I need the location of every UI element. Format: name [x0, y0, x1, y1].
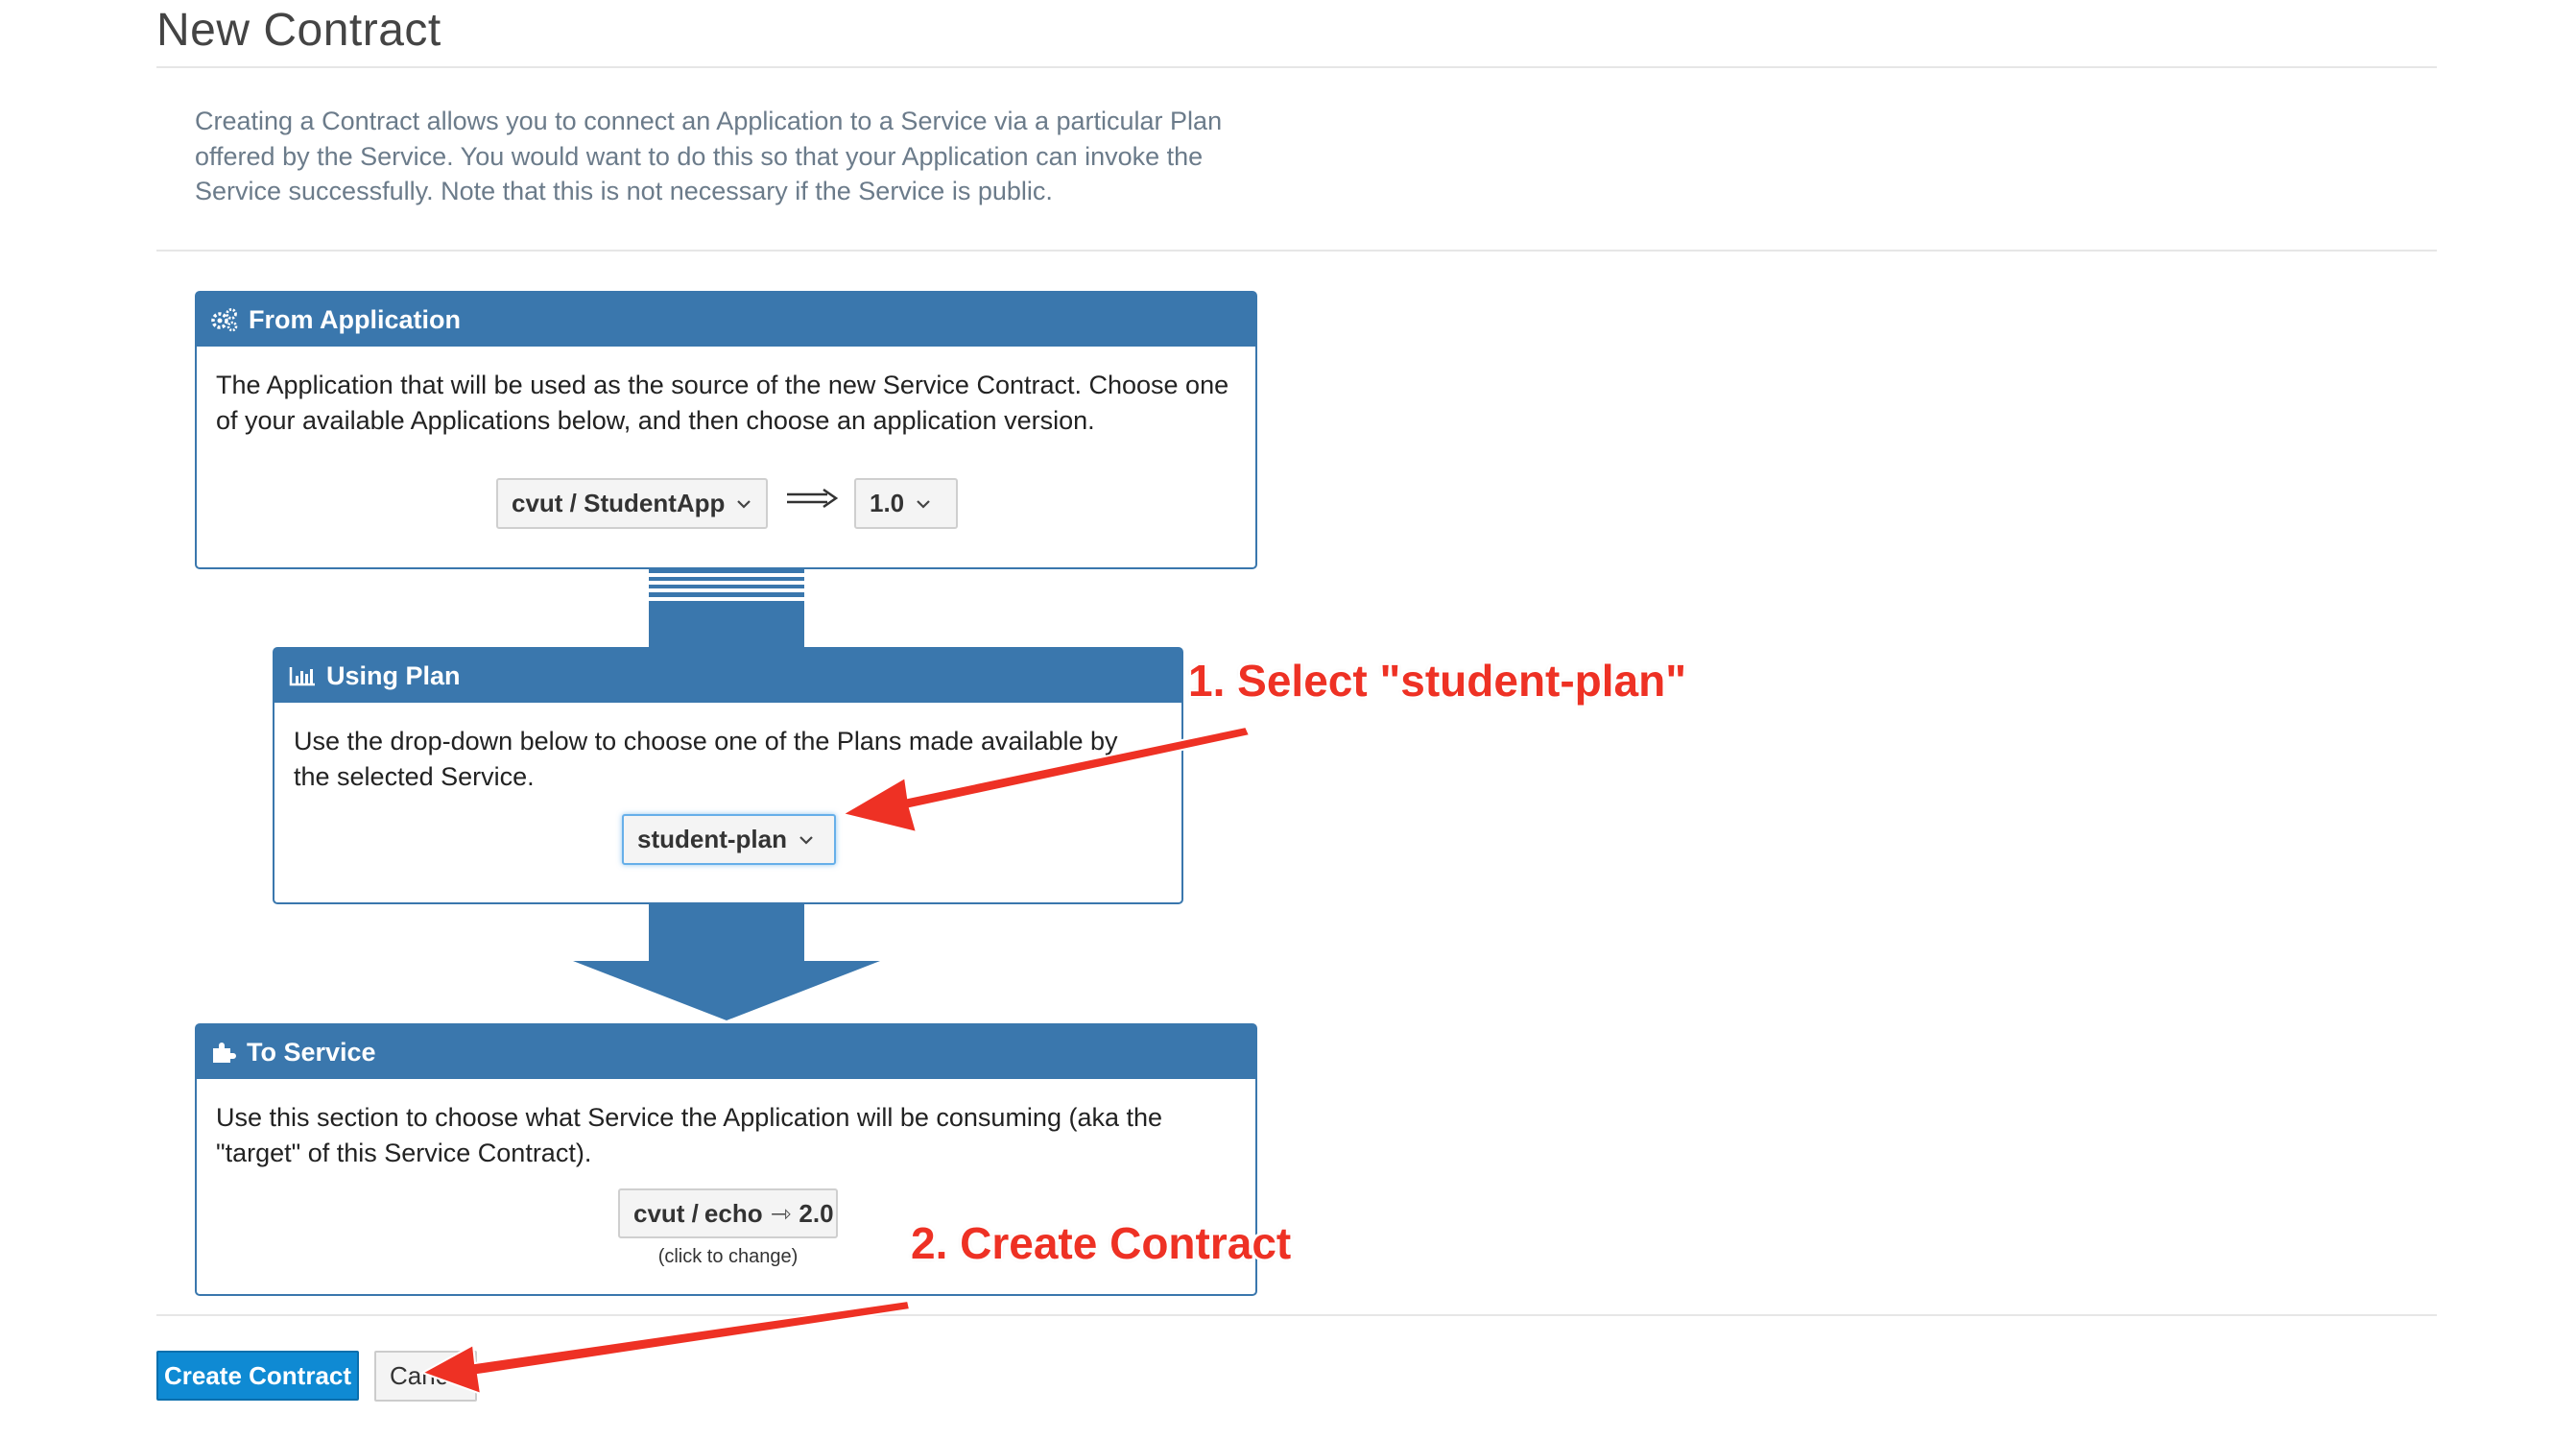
from-application-title: From Application: [249, 304, 461, 334]
chevron-down-icon: [737, 499, 751, 509]
chevron-down-icon: [799, 835, 813, 845]
plan-select-value: student-plan: [637, 825, 787, 853]
service-version: 2.0: [799, 1198, 834, 1228]
using-plan-header: Using Plan: [274, 649, 1181, 703]
long-right-arrow-icon: [787, 488, 839, 509]
cancel-button[interactable]: Cancel: [374, 1351, 477, 1402]
from-application-header: From Application: [197, 293, 1255, 347]
to-service-description: Use this section to choose what Service …: [216, 1103, 1163, 1167]
flow-stripes: [649, 569, 804, 647]
from-application-description: The Application that will be used as the…: [216, 371, 1229, 435]
service-name: echo: [704, 1198, 763, 1228]
using-plan-panel: Using Plan Use the drop-down below to ch…: [273, 647, 1183, 904]
application-select[interactable]: cvut / StudentApp: [496, 478, 768, 529]
service-selector-button[interactable]: cvut / echo ⇾ 2.0: [618, 1188, 838, 1238]
to-service-title: To Service: [247, 1037, 376, 1067]
plan-select[interactable]: student-plan: [622, 814, 836, 865]
click-to-change-hint: (click to change): [657, 1246, 799, 1267]
step1-annotation: 1. Select "student-plan": [1188, 656, 1687, 706]
version-select[interactable]: 1.0: [854, 478, 958, 529]
create-contract-button[interactable]: Create Contract: [156, 1351, 359, 1401]
using-plan-description: Use the drop-down below to choose one of…: [294, 727, 1118, 791]
new-contract-page: New Contract Creating a Contract allows …: [0, 0, 2576, 1439]
puzzle-icon: [213, 1043, 236, 1063]
service-org: cvut /: [633, 1198, 699, 1228]
bar-chart-icon: [289, 667, 315, 686]
to-service-header: To Service: [197, 1025, 1255, 1079]
application-select-value: cvut / StudentApp: [512, 489, 726, 517]
using-plan-title: Using Plan: [326, 660, 461, 690]
chevron-down-icon: [917, 499, 930, 509]
step2-annotation: 2. Create Contract: [911, 1218, 1292, 1268]
gears-icon: [211, 308, 238, 332]
flow-down-arrow: [573, 900, 880, 1020]
version-select-value: 1.0: [870, 489, 905, 517]
service-arrow-icon: ⇾: [770, 1198, 792, 1228]
actions-divider: [156, 1314, 2437, 1316]
